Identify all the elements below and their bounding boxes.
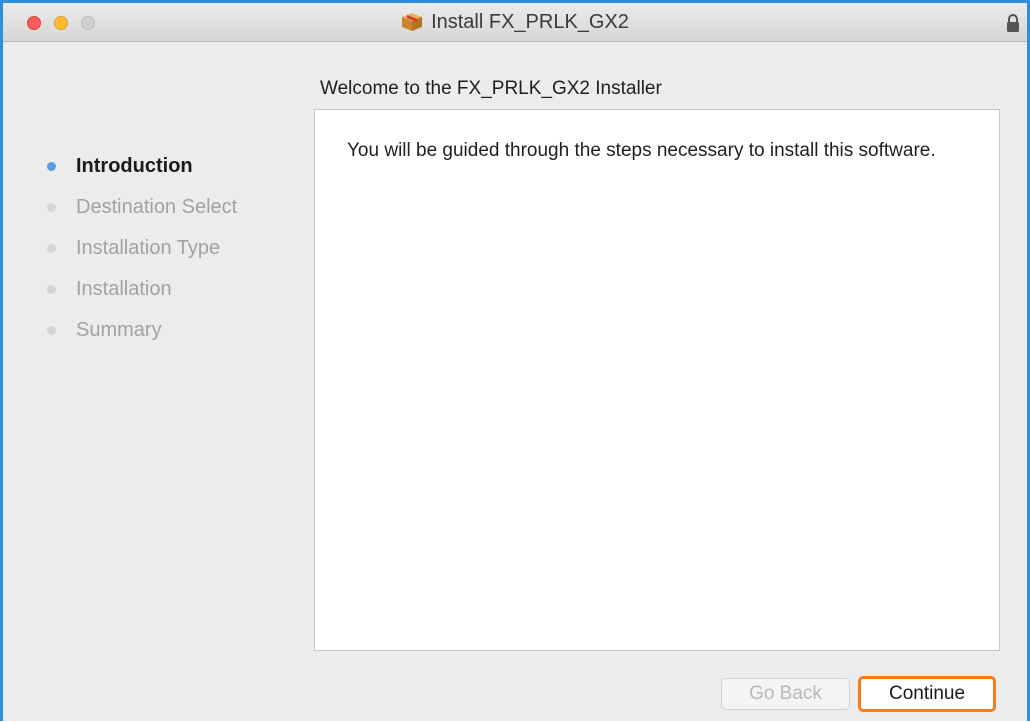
step-label: Installation: [76, 278, 172, 300]
step-introduction: Introduction: [43, 146, 237, 187]
step-summary: Summary: [43, 310, 237, 351]
intro-text: You will be guided through the steps nec…: [347, 140, 936, 161]
installer-content: Welcome to the FX_PRLK_GX2 Installer Int…: [3, 42, 1027, 721]
installer-steps-list: Introduction Destination Select Installa…: [43, 146, 237, 351]
step-dot-icon: [47, 285, 56, 294]
step-dot-icon: [47, 326, 56, 335]
go-back-button[interactable]: Go Back: [721, 678, 850, 710]
page-title: Welcome to the FX_PRLK_GX2 Installer: [320, 78, 662, 99]
step-label: Installation Type: [76, 237, 221, 259]
step-installation: Installation: [43, 269, 237, 310]
package-icon: [402, 13, 423, 31]
window-title-group: Install FX_PRLK_GX2: [3, 3, 1027, 41]
step-label: Summary: [76, 319, 162, 341]
installer-window: Install FX_PRLK_GX2 Welcome to the FX_PR…: [0, 0, 1030, 721]
step-dot-icon: [47, 244, 56, 253]
lock-icon: [1007, 14, 1019, 32]
content-panel[interactable]: You will be guided through the steps nec…: [314, 109, 1000, 651]
step-destination-select: Destination Select: [43, 187, 237, 228]
step-label: Introduction: [76, 155, 193, 177]
continue-button[interactable]: Continue: [858, 676, 996, 712]
active-step-dot-icon: [47, 162, 56, 171]
step-label: Destination Select: [76, 196, 238, 218]
window-title: Install FX_PRLK_GX2: [431, 10, 629, 33]
step-dot-icon: [47, 203, 56, 212]
step-installation-type: Installation Type: [43, 228, 237, 269]
title-bar[interactable]: Install FX_PRLK_GX2: [3, 3, 1027, 42]
